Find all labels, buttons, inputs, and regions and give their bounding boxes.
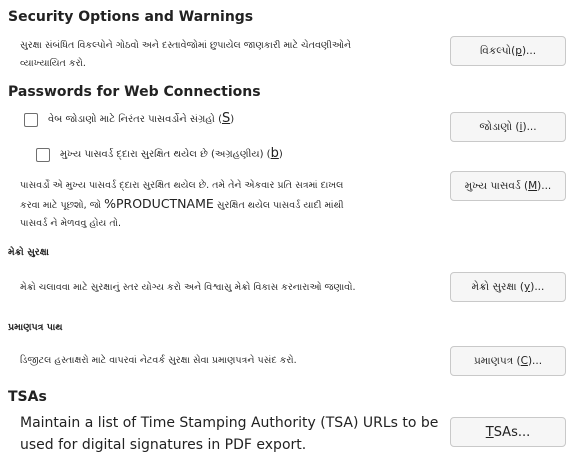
tsa-description: Maintain a list of Time Stamping Authori…: [20, 412, 438, 456]
certificate-section-title: પ્રમાણપત્ર પાથ: [8, 322, 63, 333]
master-password-checkbox[interactable]: [36, 148, 50, 162]
tsa-description-line1: Maintain a list of Time Stamping Authori…: [20, 415, 439, 431]
macro-description: મેક્રો ચલાવવા માટે સુરક્ષાનું સ્તર યોગ્ય…: [20, 282, 356, 293]
master-password-info-line2-c: સુરક્ષિત થયેલ પાસવર્ડ યાદી માંથી: [213, 200, 344, 211]
tsa-section-title: TSAs: [8, 389, 47, 405]
master-password-button-label: મુખ્ય પાસવર્ડ (: [464, 179, 529, 192]
connections-button-tail: )...: [522, 121, 537, 133]
security-section-title: Security Options and Warnings: [8, 9, 254, 25]
master-password-tail: ): [278, 149, 283, 160]
persist-passwords-label-text: વેબ જોડાણો માટે નિરંતર પાસવર્ડોને સંગ્રહ…: [48, 114, 222, 125]
master-password-button-accel: M: [528, 180, 538, 192]
persist-passwords-label[interactable]: વેબ જોડાણો માટે નિરંતર પાસવર્ડોને સંગ્રહ…: [48, 111, 234, 126]
macro-security-button[interactable]: મેક્રો સુરક્ષા (y)...: [450, 272, 566, 302]
certificate-button-label: પ્રમાણપત્ર (: [473, 354, 521, 367]
persist-passwords-tail: ): [230, 114, 235, 125]
product-name-placeholder: %PRODUCTNAME: [104, 196, 214, 211]
passwords-section-title: Passwords for Web Connections: [8, 84, 261, 100]
security-description-line1: સુરક્ષા સંબંધિત વિકલ્પોને ગોઠવો અને દસ્ત…: [20, 40, 352, 51]
tsas-button-label: SAs...: [493, 424, 531, 440]
tsa-description-line2: used for digital signatures in PDF expor…: [20, 437, 307, 453]
security-options-button-tail: )...: [521, 45, 537, 57]
master-password-info: પાસવર્ડો એ મુખ્ય પાસવર્ડ દ્દારા સુરક્ષિત…: [20, 177, 344, 233]
macro-security-button-tail: )...: [530, 281, 545, 293]
security-options-button-label: વિકલ્પો(: [479, 44, 516, 57]
tsas-button-accel: T: [485, 424, 494, 440]
security-description-line2: વ્યાખ્યાયિત કરો.: [20, 58, 86, 69]
security-options-button-accel: p: [515, 45, 522, 57]
master-password-label-text: મુખ્ય પાસવર્ડ દ્દારા સુરક્ષિત થયેલ છે (અ…: [60, 149, 271, 160]
master-password-accel: b: [270, 146, 279, 161]
tsas-button[interactable]: T SAs...: [450, 417, 566, 447]
master-password-button-tail: )...: [537, 180, 552, 192]
connections-button-label: જોડાણો (: [479, 120, 520, 133]
master-password-info-line1: પાસવર્ડો એ મુખ્ય પાસવર્ડ દ્દારા સુરક્ષિત…: [20, 180, 344, 191]
persist-passwords-accel: S: [221, 111, 231, 126]
macro-section-title: મેક્રો સુરક્ષા: [8, 247, 49, 258]
security-options-button[interactable]: વિકલ્પો(p)...: [450, 36, 566, 66]
master-password-info-line2: કરવા માટે પૂછશો, જો %PRODUCTNAME સુરક્ષિ…: [20, 195, 344, 215]
connections-button[interactable]: જોડાણો (i)...: [450, 112, 566, 142]
certificate-button-accel: C: [520, 355, 528, 367]
certificate-button[interactable]: પ્રમાણપત્ર (C)...: [450, 346, 566, 376]
master-password-info-line3: પાસવર્ડ ને મેળવવુ હોય તો.: [20, 218, 122, 229]
certificate-description: ડિજીટલ હસ્તાક્ષરો માટે વાપરવાં નેટવર્ક સ…: [20, 355, 297, 366]
certificate-button-tail: )...: [527, 355, 543, 367]
persist-passwords-checkbox[interactable]: [24, 113, 38, 127]
macro-security-button-label: મેક્રો સુરક્ષા (: [471, 280, 525, 293]
master-password-info-line2-a: કરવા માટે પૂછશો, જો: [20, 200, 105, 211]
master-password-button[interactable]: મુખ્ય પાસવર્ડ (M)...: [450, 171, 566, 201]
security-description: સુરક્ષા સંબંધિત વિકલ્પોને ગોઠવો અને દસ્ત…: [20, 37, 351, 73]
master-password-label[interactable]: મુખ્ય પાસવર્ડ દ્દારા સુરક્ષિત થયેલ છે (અ…: [60, 146, 283, 161]
